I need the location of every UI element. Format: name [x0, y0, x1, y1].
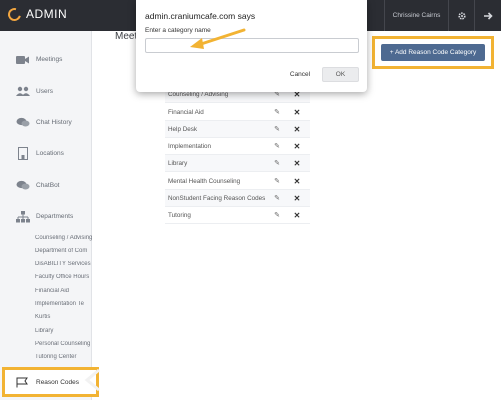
sidebar-item-users[interactable]: Users — [0, 76, 92, 107]
sidebar-item-label: Users — [36, 88, 53, 95]
category-name: Financial Aid — [168, 108, 204, 116]
sidebar-item-label: Locations — [36, 150, 64, 157]
ok-button[interactable]: OK — [322, 67, 359, 82]
delete-x-icon[interactable]: ✕ — [287, 177, 307, 186]
sidebar-item-reason-codes[interactable]: Reason Codes — [2, 367, 99, 397]
sidebar-item-label: ChatBot — [36, 182, 60, 189]
sidebar-subitem-department[interactable]: Kurtis — [35, 314, 92, 325]
sidebar-subitem-department[interactable]: Counseling / Advising — [35, 235, 92, 246]
sidebar-subitem-department[interactable]: Faculty Office Hours — [35, 274, 92, 285]
add-reason-code-category-button[interactable]: + Add Reason Code Category — [381, 44, 485, 61]
dialog-title: admin.craniumcafe.com says — [145, 11, 256, 21]
delete-x-icon[interactable]: ✕ — [287, 108, 307, 117]
sidebar-item-locations[interactable]: Locations — [0, 138, 92, 169]
sidebar-item-label: Meetings — [36, 56, 63, 63]
sidebar-subitem-department[interactable]: Personal Counseling — [35, 341, 92, 352]
chat-bubbles-icon — [16, 117, 30, 129]
sidebar-item-meetings[interactable]: Meetings — [0, 44, 92, 75]
sidebar-subitem-department[interactable]: Implementation Te — [35, 301, 92, 312]
sidebar-subitem-department[interactable]: DisABILITY Services — [35, 261, 92, 272]
building-icon — [16, 147, 30, 160]
org-chart-icon — [16, 210, 30, 223]
prompt-dialog: admin.craniumcafe.com says Enter a categ… — [136, 0, 367, 92]
sidebar-subitem-department[interactable]: Tutoring Center — [35, 354, 92, 365]
category-name: Help Desk — [168, 125, 198, 133]
pencil-icon[interactable]: ✎ — [267, 194, 287, 202]
highlight-box: + Add Reason Code Category — [372, 36, 494, 69]
category-name-input[interactable] — [145, 38, 359, 53]
logout-arrow-icon[interactable] — [475, 0, 501, 31]
sidebar: Meetings Users Chat History Locations Ch… — [0, 31, 92, 400]
category-row: Financial Aid ✎ ✕ — [165, 104, 310, 121]
category-row: Implementation ✎ ✕ — [165, 138, 310, 155]
category-row: Help Desk ✎ ✕ — [165, 121, 310, 138]
category-name: Implementation — [168, 142, 212, 150]
sidebar-item-label: Departments — [36, 213, 74, 220]
category-row: Library ✎ ✕ — [165, 155, 310, 172]
pencil-icon[interactable]: ✎ — [267, 142, 287, 150]
pencil-icon[interactable]: ✎ — [267, 211, 287, 219]
category-name: Mental Health Counseling — [168, 177, 241, 185]
sidebar-item-label: Chat History — [36, 119, 72, 126]
pencil-icon[interactable]: ✎ — [267, 177, 287, 185]
video-camera-icon — [16, 54, 30, 66]
pencil-icon[interactable]: ✎ — [267, 159, 287, 167]
sidebar-subitem-department[interactable]: Department of Com — [35, 248, 92, 259]
delete-x-icon[interactable]: ✕ — [287, 159, 307, 168]
delete-x-icon[interactable]: ✕ — [287, 211, 307, 220]
user-menu[interactable]: Chrissine Cairns — [384, 0, 449, 31]
sidebar-subitem-department[interactable]: Library — [35, 328, 92, 339]
cranium-logo-icon — [5, 5, 24, 23]
delete-x-icon[interactable]: ✕ — [287, 194, 307, 203]
sidebar-item-chatbot[interactable]: ChatBot — [0, 170, 92, 201]
delete-x-icon[interactable]: ✕ — [287, 125, 307, 134]
app-title: ADMIN — [26, 7, 68, 21]
sidebar-subitem-department[interactable]: Financial Aid — [35, 288, 92, 299]
app-logo[interactable]: ADMIN — [5, 5, 68, 23]
category-name: Library — [168, 159, 188, 167]
chat-bubbles-icon — [16, 180, 30, 192]
cancel-button[interactable]: Cancel — [284, 67, 316, 82]
sidebar-item-label: Reason Codes — [36, 378, 79, 386]
users-icon — [16, 86, 30, 98]
pencil-icon[interactable]: ✎ — [267, 125, 287, 133]
category-name: NonStudent Facing Reason Codes — [168, 194, 266, 202]
category-row: Tutoring ✎ ✕ — [165, 207, 310, 224]
gear-icon[interactable] — [449, 0, 475, 31]
category-name: Tutoring — [168, 211, 191, 219]
dialog-prompt: Enter a category name — [145, 27, 211, 34]
flag-icon — [15, 376, 29, 388]
category-row: Mental Health Counseling ✎ ✕ — [165, 173, 310, 190]
sidebar-item-departments[interactable]: Departments — [0, 201, 92, 232]
category-row: NonStudent Facing Reason Codes ✎ ✕ — [165, 190, 310, 207]
pencil-icon[interactable]: ✎ — [267, 108, 287, 116]
sidebar-item-chat-history[interactable]: Chat History — [0, 107, 92, 138]
delete-x-icon[interactable]: ✕ — [287, 142, 307, 151]
